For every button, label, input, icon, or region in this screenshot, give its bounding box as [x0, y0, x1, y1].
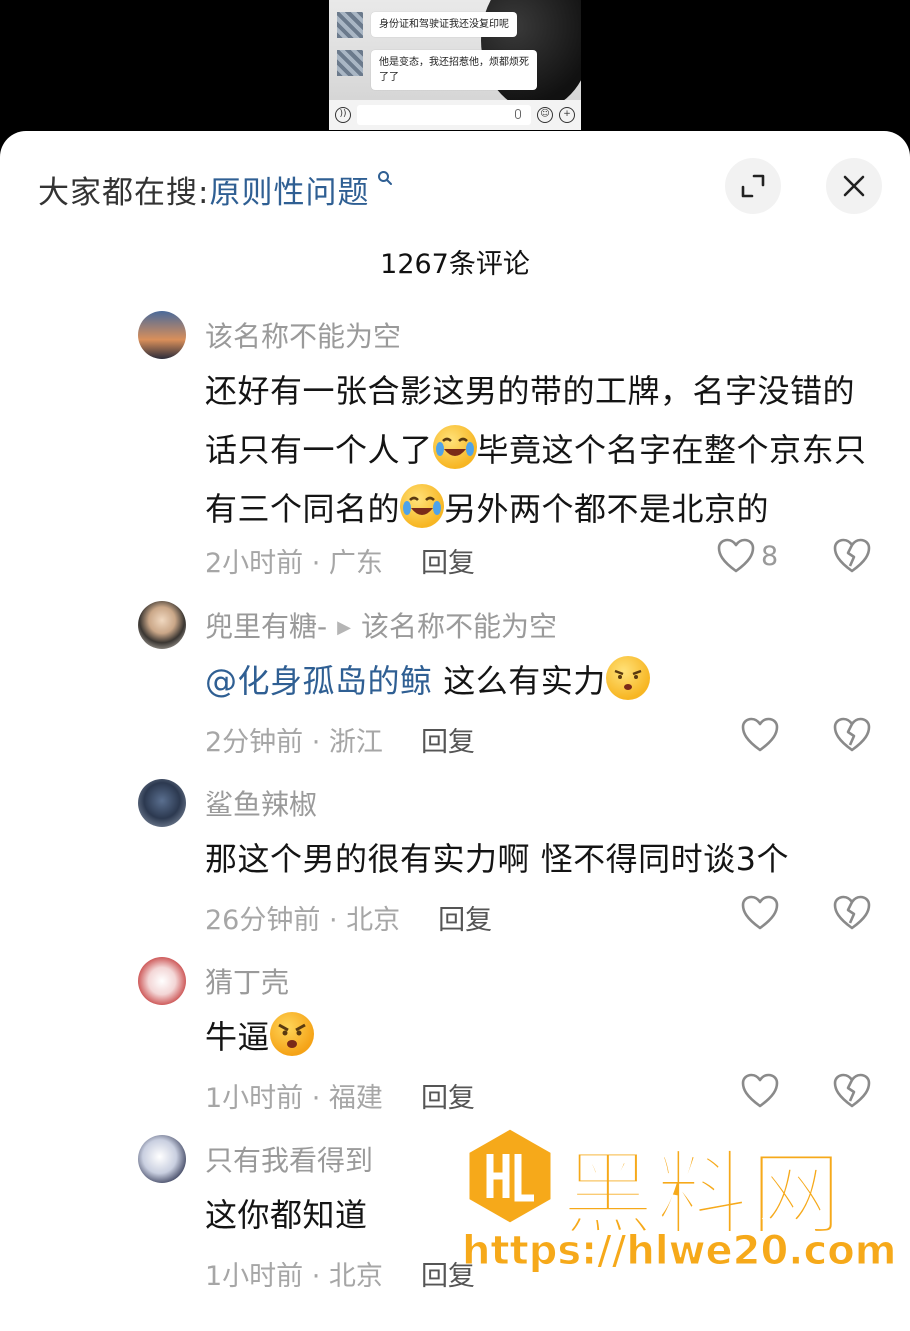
- tears-of-joy-emoji: [400, 484, 445, 528]
- comment-meta: 2小时前 · 广东 回复: [205, 541, 475, 580]
- username[interactable]: 鲨鱼辣椒: [205, 783, 317, 823]
- comment-text: 牛逼: [205, 1008, 885, 1067]
- heart-icon: [717, 538, 755, 573]
- like-button[interactable]: [741, 717, 779, 753]
- comment-meta: 1小时前 · 北京 回复: [205, 1254, 475, 1293]
- chat-input-bar: )) ☺ +: [329, 100, 581, 130]
- chat-avatar: [337, 50, 363, 76]
- search-prefix: 大家都在搜:: [38, 175, 210, 211]
- comment-time-location: 2分钟前 · 浙江: [205, 727, 383, 758]
- expand-button[interactable]: [725, 158, 781, 214]
- search-term[interactable]: 原则性问题: [209, 175, 369, 211]
- reply-button[interactable]: 回复: [421, 727, 475, 758]
- comment-time-location: 1小时前 · 北京: [205, 1261, 383, 1292]
- like-button[interactable]: [741, 895, 779, 931]
- chat-avatar: [337, 12, 363, 38]
- heart-icon: [741, 895, 779, 930]
- unamused-emoji: [605, 656, 650, 700]
- search-icon: [369, 167, 392, 191]
- comment-sheet: 大家都在搜:原则性问题 1267条评论 该名称不能为空 还好有一张合影这男的带的…: [0, 131, 910, 1331]
- comment-time-location: 2小时前 · 广东: [205, 548, 383, 579]
- comment-meta: 2分钟前 · 浙江 回复: [205, 720, 475, 759]
- chat-message: 他是变态，我还招惹他，烦都烦死了了: [337, 50, 537, 90]
- chat-input-field: [357, 105, 531, 125]
- broken-heart-icon: [833, 538, 871, 573]
- plus-icon: +: [559, 107, 575, 123]
- like-button[interactable]: [741, 1073, 779, 1109]
- like-button[interactable]: 8: [717, 538, 778, 574]
- chat-message: 身份证和驾驶证我还没复印呢: [337, 12, 517, 38]
- broken-heart-icon: [833, 1073, 871, 1108]
- comment-meta: 1小时前 · 福建 回复: [205, 1076, 475, 1115]
- dislike-button[interactable]: [833, 1073, 871, 1113]
- comment-time-location: 26分钟前 · 北京: [205, 905, 401, 936]
- username[interactable]: 该名称不能为空: [205, 315, 401, 355]
- broken-heart-icon: [833, 895, 871, 930]
- avatar[interactable]: [138, 1135, 186, 1183]
- comment-text: 还好有一张合影这男的带的工牌，名字没错的话只有一个人了 毕竟这个名字在整个京东只有…: [205, 372, 867, 528]
- tears-of-joy-emoji: [432, 425, 477, 469]
- comment-time-location: 1小时前 · 福建: [205, 1083, 383, 1114]
- heart-icon: [741, 1073, 779, 1108]
- reply-button[interactable]: 回复: [421, 1261, 475, 1292]
- dislike-button[interactable]: [833, 895, 871, 935]
- avatar[interactable]: [138, 601, 186, 649]
- comment-count: 1267条评论: [380, 249, 530, 280]
- angry-emoji: [270, 1012, 315, 1056]
- mic-icon: [515, 109, 521, 119]
- comment-text: 这你都知道: [205, 1196, 368, 1234]
- avatar[interactable]: [138, 311, 186, 359]
- reply-button[interactable]: 回复: [421, 1083, 475, 1114]
- heart-icon: [741, 717, 779, 752]
- search-suggestion[interactable]: 大家都在搜:原则性问题: [38, 167, 393, 212]
- avatar[interactable]: [138, 957, 186, 1005]
- comment-text: 那这个男的很有实力啊 怪不得同时谈3个: [205, 840, 790, 878]
- reply-button[interactable]: 回复: [438, 905, 492, 936]
- reply-button[interactable]: 回复: [421, 548, 475, 579]
- dislike-button[interactable]: [833, 538, 871, 578]
- like-count: 8: [761, 540, 779, 572]
- broken-heart-icon: [833, 717, 871, 752]
- avatar[interactable]: [138, 779, 186, 827]
- expand-icon: [741, 174, 765, 198]
- close-button[interactable]: [826, 158, 882, 214]
- comment-meta: 26分钟前 · 北京 回复: [205, 898, 492, 937]
- username: 兜里有糖- ▶ 该名称不能为空: [205, 610, 557, 643]
- mention-link[interactable]: @化身孤岛的鲸: [205, 662, 433, 700]
- username[interactable]: 猜丁壳: [205, 961, 289, 1001]
- username[interactable]: 只有我看得到: [205, 1139, 373, 1179]
- video-thumbnail: 身份证和驾驶证我还没复印呢 他是变态，我还招惹他，烦都烦死了了 )) ☺ +: [329, 0, 581, 130]
- close-icon: [843, 175, 865, 197]
- emoji-icon: ☺: [537, 107, 553, 123]
- dislike-button[interactable]: [833, 717, 871, 757]
- comment-text: @化身孤岛的鲸 这么有实力: [205, 652, 885, 711]
- reply-arrow-icon: ▶: [337, 617, 351, 638]
- voice-icon: )): [335, 107, 351, 123]
